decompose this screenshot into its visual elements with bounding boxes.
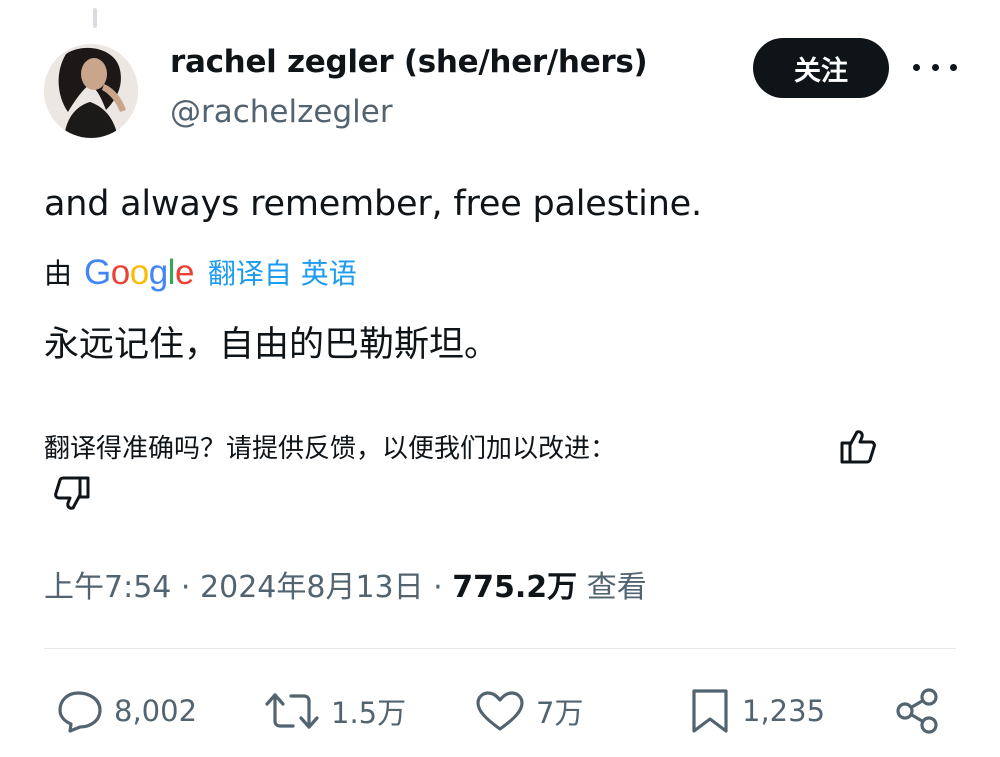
thumbs-up-icon[interactable] bbox=[838, 426, 878, 466]
avatar-photo bbox=[44, 44, 138, 138]
avatar[interactable] bbox=[44, 44, 138, 138]
share-button[interactable] bbox=[893, 686, 941, 736]
translation-by-label: 由 bbox=[44, 257, 73, 290]
reply-icon bbox=[58, 691, 102, 733]
tweet-meta: 上午7:54 · 2024年8月13日 · 775.2万 查看 bbox=[44, 562, 647, 606]
top-separator-mark bbox=[93, 8, 97, 28]
more-dot bbox=[931, 63, 939, 71]
share-icon bbox=[896, 688, 938, 734]
google-logo: Google bbox=[84, 252, 194, 292]
meta-separator: · bbox=[433, 570, 443, 605]
divider bbox=[44, 648, 956, 649]
views-count: 775.2万 bbox=[452, 570, 578, 605]
more-dot bbox=[913, 63, 920, 71]
more-dot bbox=[950, 63, 957, 71]
translated-from-link[interactable]: 翻译自 英语 bbox=[208, 252, 357, 292]
repost-count: 1.5万 bbox=[331, 696, 407, 730]
bookmark-icon bbox=[692, 689, 728, 733]
bookmark-button[interactable]: 1,235 bbox=[688, 686, 825, 736]
tweet-time[interactable]: 上午7:54 bbox=[44, 570, 171, 605]
like-icon bbox=[476, 691, 524, 731]
thumbs-down-icon[interactable] bbox=[52, 474, 92, 514]
follow-button[interactable]: 关注 bbox=[753, 38, 889, 98]
repost-button[interactable]: 1.5万 bbox=[263, 686, 406, 736]
author-handle[interactable]: @rachelzegler bbox=[170, 94, 393, 130]
tweet-date[interactable]: 2024年8月13日 bbox=[200, 570, 424, 605]
translation-attribution: 由 Google 翻译自 英语 bbox=[44, 252, 357, 292]
author-name[interactable]: rachel zegler (she/her/hers) bbox=[170, 44, 648, 80]
repost-icon bbox=[265, 693, 319, 729]
translation-feedback-prompt: 翻译得准确吗？请提供反馈，以便我们加以改进： bbox=[44, 434, 617, 464]
translated-text: 永远记住，自由的巴勒斯坦。 bbox=[44, 325, 500, 365]
bookmark-count: 1,235 bbox=[742, 694, 826, 728]
like-button[interactable]: 7万 bbox=[474, 686, 583, 736]
reply-button[interactable]: 8,002 bbox=[56, 686, 197, 736]
views-label: 查看 bbox=[586, 570, 647, 605]
tweet-text: and always remember, free palestine. bbox=[44, 184, 702, 224]
like-count: 7万 bbox=[536, 696, 584, 730]
reply-count: 8,002 bbox=[114, 694, 198, 728]
meta-separator: · bbox=[180, 570, 191, 605]
more-icon[interactable] bbox=[913, 55, 957, 79]
